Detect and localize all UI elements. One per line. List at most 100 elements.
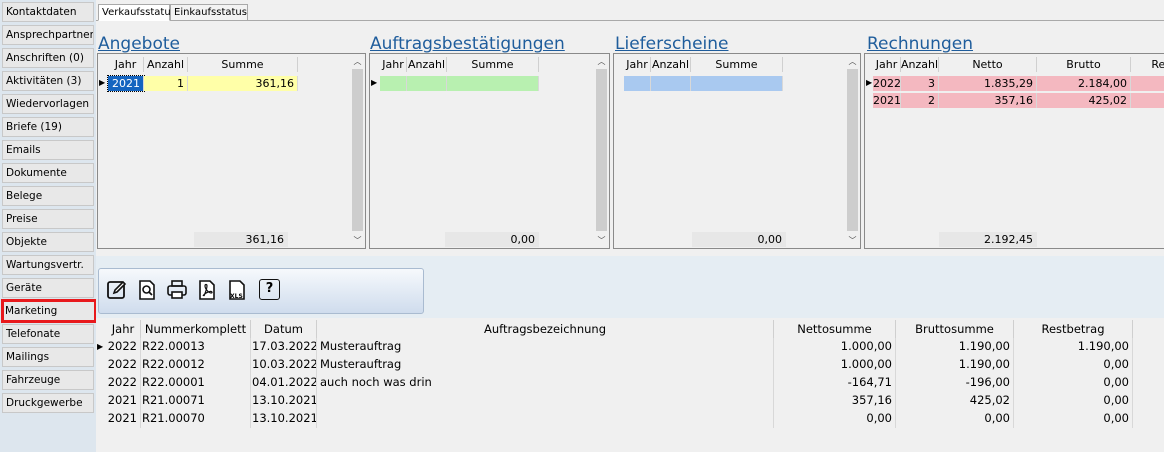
cell-bezeichnung[interactable]: auch noch was drin xyxy=(317,374,774,392)
col-datum[interactable]: Datum xyxy=(251,320,317,338)
cell-nummer[interactable]: R22.00013 xyxy=(141,338,251,356)
sidebar-item-belege[interactable]: Belege xyxy=(2,186,94,206)
cell-nummer[interactable]: R22.00012 xyxy=(141,356,251,374)
sidebar-item-anschriften[interactable]: Anschriften (0) xyxy=(2,48,94,68)
cell-bezeichnung[interactable] xyxy=(317,410,774,428)
print-icon[interactable] xyxy=(166,279,188,301)
invoice-grid[interactable]: Jahr Nummerkomplett Datum Auftragsbezeic… xyxy=(96,318,1164,452)
cell-jahr[interactable] xyxy=(624,76,651,91)
cell-summe[interactable] xyxy=(447,76,539,91)
cell-brutto[interactable]: 425,02 xyxy=(1037,93,1131,108)
col-jahr[interactable]: Jahr xyxy=(624,57,651,72)
col-brutto[interactable]: Brutto xyxy=(1037,57,1131,72)
cell-jahr[interactable]: 2022 xyxy=(873,76,901,91)
angebote-grid[interactable]: Jahr Anzahl Summe ▶ 2021 1 361,16 361,16… xyxy=(97,53,366,249)
cell-brutto[interactable]: 0,00 xyxy=(896,410,1014,428)
cell-rest[interactable]: 0,00 xyxy=(1014,356,1133,374)
cell-netto[interactable]: 357,16 xyxy=(774,392,896,410)
col-restbetrag[interactable]: Restbetrag xyxy=(1014,320,1133,338)
col-netto[interactable]: Netto xyxy=(939,57,1037,72)
cell-rest[interactable] xyxy=(1131,76,1164,91)
sidebar-item-wartungsvertr[interactable]: Wartungsvertr. xyxy=(2,255,94,275)
cell-brutto[interactable]: 2.184,00 xyxy=(1037,76,1131,91)
scroll-thumb[interactable] xyxy=(847,69,858,231)
cell-anzahl[interactable]: 3 xyxy=(901,76,939,91)
cell-jahr[interactable]: 2021 xyxy=(106,392,141,410)
col-nummerkomplett[interactable]: Nummerkomplett xyxy=(141,320,251,338)
cell-brutto[interactable]: 1.190,00 xyxy=(896,356,1014,374)
col-jahr[interactable]: Jahr xyxy=(108,57,144,72)
col-summe[interactable]: Summe xyxy=(188,57,298,72)
cell-jahr[interactable]: 2022 xyxy=(106,356,141,374)
liefer-scrollbar[interactable]: ︿ ﹀ xyxy=(846,55,859,247)
sidebar-item-mailings[interactable]: Mailings xyxy=(2,347,94,367)
sidebar-item-briefe[interactable]: Briefe (19) xyxy=(2,117,94,137)
sidebar-item-ansprechpartner[interactable]: Ansprechpartner ... xyxy=(2,25,94,45)
sidebar-item-objekte[interactable]: Objekte xyxy=(2,232,94,252)
cell-netto[interactable]: 1.835,29 xyxy=(939,76,1037,91)
cell-jahr[interactable] xyxy=(380,76,407,91)
cell-jahr[interactable]: 2021 xyxy=(873,93,901,108)
cell-rest[interactable] xyxy=(1131,93,1164,108)
scroll-up-icon[interactable]: ︿ xyxy=(846,55,859,68)
auftrag-scrollbar[interactable]: ︿ ﹀ xyxy=(595,55,608,247)
liefer-grid[interactable]: Jahr Anzahl Summe 0,00 ︿ ﹀ xyxy=(613,53,861,249)
cell-summe[interactable]: 361,16 xyxy=(188,76,298,91)
scroll-down-icon[interactable]: ﹀ xyxy=(846,234,859,247)
cell-datum[interactable]: 17.03.2022 xyxy=(251,338,317,356)
col-nettosumme[interactable]: Nettosumme xyxy=(774,320,896,338)
cell-anzahl[interactable] xyxy=(407,76,447,91)
cell-bezeichnung[interactable]: Musterauftrag xyxy=(317,338,774,356)
sidebar-item-geraete[interactable]: Geräte xyxy=(2,278,94,298)
cell-datum[interactable]: 13.10.2021 xyxy=(251,392,317,410)
sidebar-item-aktivitaeten[interactable]: Aktivitäten (3) xyxy=(2,71,94,91)
cell-bezeichnung[interactable] xyxy=(317,392,774,410)
search-document-icon[interactable] xyxy=(136,279,158,301)
col-summe[interactable]: Summe xyxy=(691,57,783,72)
cell-brutto[interactable]: 1.190,00 xyxy=(896,338,1014,356)
sidebar-item-druckgewerbe[interactable]: Druckgewerbe xyxy=(2,393,94,413)
scroll-down-icon[interactable]: ﹀ xyxy=(351,234,364,247)
edit-icon[interactable] xyxy=(106,279,128,301)
cell-netto[interactable]: 1.000,00 xyxy=(774,338,896,356)
cell-datum[interactable]: 04.01.2022 xyxy=(251,374,317,392)
cell-nummer[interactable]: R21.00071 xyxy=(141,392,251,410)
scroll-up-icon[interactable]: ︿ xyxy=(595,55,608,68)
sidebar-item-telefonate[interactable]: Telefonate xyxy=(2,324,94,344)
col-anzahl[interactable]: Anzahl xyxy=(651,57,691,72)
help-icon[interactable]: ? xyxy=(259,279,281,301)
col-summe[interactable]: Summe xyxy=(447,57,539,72)
cell-netto[interactable]: 357,16 xyxy=(939,93,1037,108)
cell-jahr[interactable]: 2022 xyxy=(106,374,141,392)
auftrag-grid[interactable]: Jahr Anzahl Summe ▶ 0,00 ︿ ﹀ xyxy=(369,53,610,249)
cell-anzahl[interactable] xyxy=(651,76,691,91)
cell-netto[interactable]: 1.000,00 xyxy=(774,356,896,374)
cell-brutto[interactable]: -196,00 xyxy=(896,374,1014,392)
col-jahr[interactable]: Jahr xyxy=(380,57,407,72)
angebote-scrollbar[interactable]: ︿ ﹀ xyxy=(351,55,364,247)
col-anzahl[interactable]: Anzahl xyxy=(901,57,939,72)
cell-brutto[interactable]: 425,02 xyxy=(896,392,1014,410)
tab-verkaufsstatus[interactable]: Verkaufsstatus xyxy=(98,4,176,21)
cell-datum[interactable]: 10.03.2022 xyxy=(251,356,317,374)
cell-rest[interactable]: 0,00 xyxy=(1014,374,1133,392)
cell-jahr[interactable]: 2022 xyxy=(106,338,141,356)
tab-einkaufsstatus[interactable]: Einkaufsstatus xyxy=(170,4,248,21)
cell-anzahl[interactable]: 1 xyxy=(144,76,188,91)
cell-anzahl[interactable]: 2 xyxy=(901,93,939,108)
sidebar-item-kontaktdaten[interactable]: Kontaktdaten xyxy=(2,2,94,22)
col-rest[interactable]: Res xyxy=(1131,57,1164,72)
cell-summe[interactable] xyxy=(691,76,783,91)
sidebar-item-marketing[interactable]: Marketing xyxy=(1,299,97,323)
cell-netto[interactable]: -164,71 xyxy=(774,374,896,392)
cell-netto[interactable]: 0,00 xyxy=(774,410,896,428)
col-auftragsbezeichnung[interactable]: Auftragsbezeichnung xyxy=(317,320,774,338)
scroll-up-icon[interactable]: ︿ xyxy=(351,55,364,68)
cell-datum[interactable]: 13.10.2021 xyxy=(251,410,317,428)
cell-jahr[interactable]: 2021 xyxy=(106,410,141,428)
sidebar-item-dokumente[interactable]: Dokumente xyxy=(2,163,94,183)
rechnungen-grid[interactable]: Jahr Anzahl Netto Brutto Res ▶ 2022 3 1.… xyxy=(864,53,1164,249)
sidebar-item-preise[interactable]: Preise xyxy=(2,209,94,229)
cell-nummer[interactable]: R22.00001 xyxy=(141,374,251,392)
col-jahr[interactable]: Jahr xyxy=(873,57,901,72)
